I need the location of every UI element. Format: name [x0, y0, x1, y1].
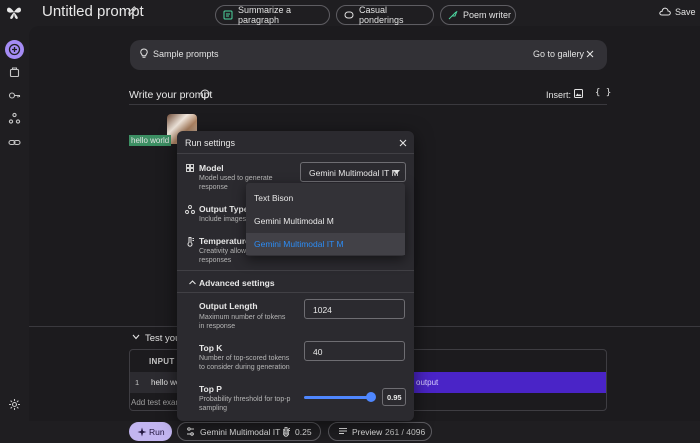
sample-chip-label: Summarize a paragraph	[238, 5, 292, 25]
sliders-icon	[186, 427, 195, 436]
chevron-down-icon[interactable]	[132, 334, 140, 340]
top-p-slider-track[interactable]	[304, 396, 374, 399]
run-label: Run	[149, 426, 165, 437]
row-number: 1	[135, 378, 140, 387]
sample-chip-summarize[interactable]: Summarize a paragraph	[215, 5, 330, 25]
top-p-slider-handle[interactable]	[365, 392, 376, 402]
edit-title-icon[interactable]	[128, 6, 137, 15]
close-samples-icon[interactable]	[586, 50, 594, 58]
sample-chip-poem[interactable]: Poem writer	[440, 5, 516, 25]
top-p-input[interactable]: 0.95	[382, 388, 406, 406]
cloud-save-icon[interactable]	[659, 7, 671, 16]
top-p-description: Probability threshold for top-p sampling	[199, 396, 291, 412]
sample-chip-label: Poem writer	[463, 10, 512, 20]
model-dropdown-menu: Text Bison Gemini Multimodal M Gemini Mu…	[246, 183, 405, 256]
preview-label: Preview	[352, 427, 383, 437]
top-k-description: Number of top-scored tokens to consider …	[199, 355, 290, 371]
summarize-icon	[223, 10, 233, 20]
sample-prompts-label: Sample prompts	[153, 49, 219, 59]
model-setting-title: Model	[199, 163, 224, 173]
dialog-divider	[177, 153, 414, 154]
dialog-divider	[177, 270, 414, 271]
output-length-description: Maximum number of tokens in response	[199, 314, 286, 330]
temperature-value: 0.25	[295, 427, 312, 437]
model-select-value: Gemini Multimodal IT M	[309, 168, 399, 178]
sample-chip-label: Casual ponderings	[359, 5, 404, 25]
run-button[interactable]: Run	[129, 422, 172, 441]
input-column-header: INPUT	[149, 357, 175, 366]
model-chip-icon	[186, 164, 194, 172]
link-icon[interactable]	[8, 136, 21, 149]
top-k-title: Top K	[199, 343, 223, 353]
insert-image-icon[interactable]	[574, 89, 583, 98]
token-count: 261 / 4096	[385, 427, 426, 437]
run-settings-title: Run settings	[185, 138, 236, 148]
caret-down-icon	[393, 170, 400, 174]
output-length-input[interactable]: 1024	[304, 299, 405, 319]
api-key-icon[interactable]	[8, 89, 21, 102]
output-type-title: Output Type	[199, 204, 249, 214]
preview-lines-icon	[338, 427, 348, 435]
thermometer-icon	[186, 236, 195, 247]
output-length-title: Output Length	[199, 301, 258, 311]
editor-divider	[129, 104, 607, 105]
model-option-gemini-multimodal-m[interactable]: Gemini Multimodal M	[246, 210, 405, 232]
lightbulb-icon	[139, 48, 149, 59]
chat-bubble-icon	[344, 11, 354, 19]
quill-icon	[448, 10, 458, 20]
settings-gear-icon[interactable]	[8, 398, 21, 411]
library-icon[interactable]	[8, 66, 21, 79]
output-placeholder: output	[416, 378, 439, 387]
sample-chip-casual[interactable]: Casual ponderings	[336, 5, 434, 25]
insert-label: Insert:	[546, 90, 572, 100]
sparkle-icon	[137, 427, 147, 437]
output-type-icon	[185, 205, 195, 214]
save-button[interactable]: Save	[675, 7, 696, 17]
app-logo-icon[interactable]	[6, 4, 22, 20]
go-to-gallery-link[interactable]: Go to gallery	[533, 49, 584, 59]
top-p-title: Top P	[199, 384, 222, 394]
advanced-settings-toggle[interactable]: Advanced settings	[199, 278, 275, 288]
tuned-models-icon[interactable]	[8, 112, 21, 125]
thermometer-icon	[282, 426, 291, 437]
chevron-up-icon[interactable]	[189, 280, 196, 285]
new-prompt-button[interactable]	[5, 40, 24, 59]
model-option-text-bison[interactable]: Text Bison	[246, 187, 405, 209]
dialog-divider	[177, 292, 414, 293]
temperature-description-2: responses	[199, 257, 232, 264]
temperature-title: Temperature	[199, 236, 250, 246]
close-icon[interactable]	[399, 139, 407, 147]
model-option-gemini-multimodal-it-m[interactable]: Gemini Multimodal IT M	[246, 233, 405, 255]
insert-test-input-button[interactable]: { }	[595, 88, 611, 98]
model-chip-label: Gemini Multimodal IT M	[200, 427, 290, 437]
prompt-text[interactable]: hello world	[129, 135, 172, 146]
info-icon[interactable]	[200, 89, 210, 99]
top-k-input[interactable]: 40	[304, 341, 405, 361]
